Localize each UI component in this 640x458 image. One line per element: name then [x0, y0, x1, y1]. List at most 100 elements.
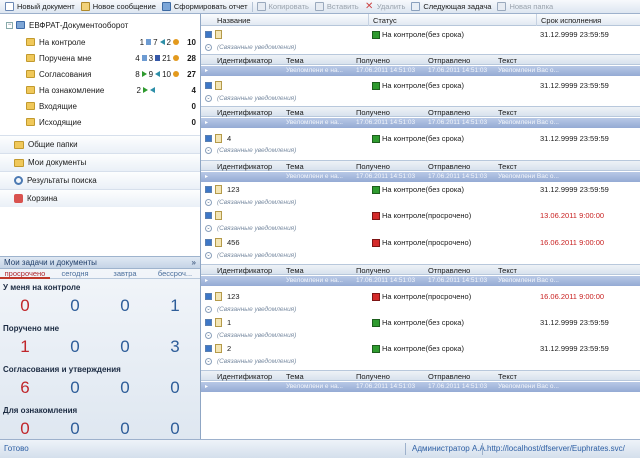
row-checkbox[interactable] — [205, 319, 212, 326]
expand-icon[interactable]: ⌄ — [205, 358, 212, 365]
table-row[interactable]: На контроле(без срока) 31.12.9999 23:59:… — [201, 28, 640, 42]
linked-notifications[interactable]: ⌄ (Связанные уведомления) — [201, 146, 640, 156]
row-checkbox[interactable] — [205, 239, 212, 246]
table-row[interactable]: На контроле(без срока) 31.12.9999 23:59:… — [201, 79, 640, 93]
tasks-columns: просрочено сегодня завтра бессроч... — [0, 269, 200, 279]
section-title: Для ознакомления — [3, 406, 78, 415]
tree-item-on-control[interactable]: На контроле 1 7 2 10 — [26, 34, 198, 50]
count-today[interactable]: 0 — [50, 417, 100, 441]
document-icon — [215, 292, 222, 301]
tab-tomorrow[interactable]: завтра — [100, 269, 150, 279]
tab-overdue[interactable]: просрочено — [0, 269, 50, 279]
tree-item-for-review[interactable]: На ознакомление 2 4 — [26, 82, 198, 98]
collapse-chevron-icon[interactable]: » — [192, 258, 196, 267]
nav-my-documents[interactable]: Мои документы — [0, 153, 200, 171]
count-overdue[interactable]: 0 — [0, 417, 50, 441]
tasks-panel: Мои задачи и документы » просрочено сего… — [0, 256, 200, 453]
linked-notifications[interactable]: ⌄ (Связанные уведомления) — [201, 251, 640, 261]
row-checkbox[interactable] — [205, 293, 212, 300]
linked-notifications[interactable]: ⌄ (Связанные уведомления) — [201, 357, 640, 367]
count-today[interactable]: 0 — [50, 335, 100, 359]
tree-item-assigned-to-me[interactable]: Поручена мне 4 3 21 28 — [26, 50, 198, 66]
tree-item-incoming[interactable]: Входящие 0 — [26, 98, 198, 114]
task-icon — [411, 2, 421, 11]
expand-icon[interactable]: ⌄ — [205, 252, 212, 259]
generate-report-button[interactable]: Сформировать отчет — [159, 0, 251, 13]
linked-notifications[interactable]: ⌄ (Связанные уведомления) — [201, 224, 640, 234]
row-checkbox[interactable] — [205, 31, 212, 38]
expand-icon[interactable]: ⌄ — [205, 95, 212, 102]
row-checkbox[interactable] — [205, 82, 212, 89]
count-tomorrow[interactable]: 0 — [100, 417, 150, 441]
table-row[interactable]: 123 На контроле(просрочено) 16.06.2011 9… — [201, 290, 640, 304]
count-overdue[interactable]: 0 — [0, 294, 50, 318]
row-checkbox[interactable] — [205, 135, 212, 142]
count-overdue[interactable]: 6 — [0, 376, 50, 400]
document-icon — [215, 318, 222, 327]
table-row[interactable]: 4 На контроле(без срока) 31.12.9999 23:5… — [201, 132, 640, 146]
arrow-right-icon: ▸ — [205, 68, 209, 74]
paste-button[interactable]: Вставить — [312, 0, 362, 13]
linked-notifications[interactable]: ⌄ (Связанные уведомления) — [201, 331, 640, 341]
new-document-button[interactable]: Новый документ — [2, 0, 78, 13]
notification-row[interactable]: ▸ Увеломлени е на... 17.06.2011 14:51:03 1… — [201, 382, 640, 392]
table-row[interactable]: 2 На контроле(без срока) 31.12.9999 23:5… — [201, 342, 640, 356]
table-row[interactable]: 1 На контроле(без срока) 31.12.9999 23:5… — [201, 316, 640, 330]
notification-row[interactable]: ▸ Увеломлени е на... 17.06.2011 14:51:03 1… — [201, 172, 640, 182]
linked-notifications[interactable]: ⌄ (Связанные уведомления) — [201, 94, 640, 104]
copy-button[interactable]: Копировать — [254, 0, 312, 13]
section-title: Поручено мне — [3, 324, 60, 333]
count-tomorrow[interactable]: 0 — [100, 294, 150, 318]
grid-header: Название Статус Срок исполнения — [201, 14, 640, 26]
count-overdue[interactable]: 1 — [0, 335, 50, 359]
collapse-icon[interactable]: − — [6, 21, 13, 29]
expand-icon[interactable]: ⌄ — [205, 306, 212, 313]
nav-recycle-bin[interactable]: Корзина — [0, 189, 200, 207]
linked-notifications[interactable]: ⌄ (Связанные уведомления) — [201, 43, 640, 53]
expand-icon[interactable]: ⌄ — [205, 332, 212, 339]
table-row[interactable]: 123 На контроле(без срока) 31.12.9999 23… — [201, 183, 640, 197]
nav-search-results[interactable]: Результаты поиска — [0, 171, 200, 189]
expand-icon[interactable]: ⌄ — [205, 199, 212, 206]
tree-item-outgoing[interactable]: Исходящие 0 — [26, 114, 198, 130]
count-tomorrow[interactable]: 0 — [100, 335, 150, 359]
arrow-right-icon: ▸ — [205, 174, 209, 180]
tab-no-deadline[interactable]: бессроч... — [150, 269, 200, 279]
new-message-button[interactable]: Новое сообщение — [78, 0, 159, 13]
new-folder-button[interactable]: Новая папка — [494, 0, 556, 13]
delete-button[interactable]: ✕ Удалить — [362, 0, 409, 13]
row-checkbox[interactable] — [205, 212, 212, 219]
count-no-deadline[interactable]: 1 — [150, 294, 200, 318]
linked-notifications[interactable]: ⌄ (Связанные уведомления) — [201, 198, 640, 208]
status-ok-icon — [372, 81, 380, 90]
notification-row[interactable]: ▸ Увеломлени е на... 17.06.2011 14:51:03 1… — [201, 118, 640, 128]
notification-row[interactable]: ▸ Увеломлени е на... 17.06.2011 14:51:03 1… — [201, 66, 640, 76]
expand-icon[interactable]: ⌄ — [205, 225, 212, 232]
row-checkbox[interactable] — [205, 345, 212, 352]
tree-item-approvals[interactable]: Согласования 8 9 10 27 — [26, 66, 198, 82]
count-no-deadline[interactable]: 3 — [150, 335, 200, 359]
count-no-deadline[interactable]: 0 — [150, 376, 200, 400]
count-today[interactable]: 0 — [50, 294, 100, 318]
tree-root[interactable]: − ЕВФРАТ-Документооборот — [6, 19, 128, 31]
table-row[interactable]: На контроле(просрочено) 13.06.2011 9:00:… — [201, 209, 640, 223]
current-user: Администратор А.А. — [412, 444, 488, 453]
folder-icon — [26, 38, 35, 46]
next-task-button[interactable]: Следующая задача — [408, 0, 494, 13]
notification-row[interactable]: ▸ Увеломлени е на... 17.06.2011 14:51:03 1… — [201, 276, 640, 286]
count-tomorrow[interactable]: 0 — [100, 376, 150, 400]
column-header-status[interactable]: Статус — [373, 16, 397, 25]
expand-icon[interactable]: ⌄ — [205, 147, 212, 154]
nav-shared-folders[interactable]: Общие папки — [0, 135, 200, 153]
count-no-deadline[interactable]: 0 — [150, 417, 200, 441]
linked-notifications[interactable]: ⌄ (Связанные уведомления) — [201, 305, 640, 315]
column-header-deadline[interactable]: Срок исполнения — [541, 16, 601, 25]
clock-icon — [173, 55, 179, 61]
count-today[interactable]: 0 — [50, 376, 100, 400]
row-checkbox[interactable] — [205, 186, 212, 193]
table-row[interactable]: 456 На контроле(просрочено) 16.06.2011 9… — [201, 236, 640, 250]
column-header-name[interactable]: Название — [217, 16, 251, 25]
tab-today[interactable]: сегодня — [50, 269, 100, 279]
expand-icon[interactable]: ⌄ — [205, 44, 212, 51]
tasks-panel-header[interactable]: Мои задачи и документы » — [0, 256, 200, 269]
